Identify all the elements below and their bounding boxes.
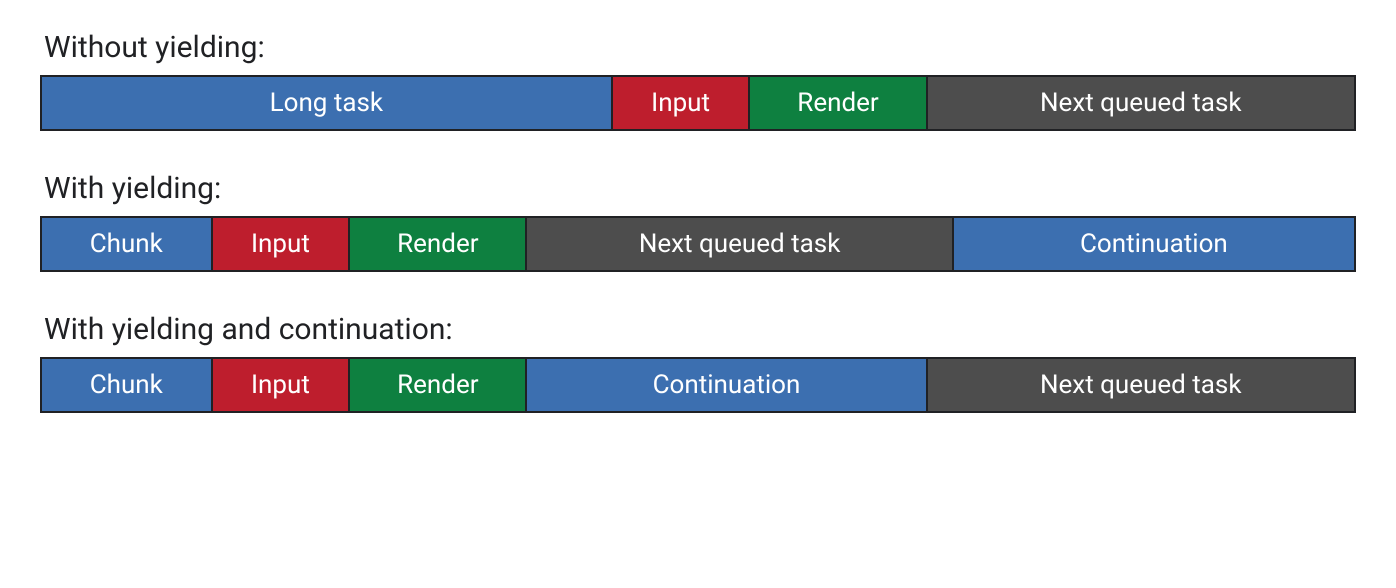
timeline-segment: Input	[613, 77, 751, 129]
timeline-section: Without yielding: Long taskInputRenderNex…	[40, 30, 1356, 131]
timeline-segment: Chunk	[42, 218, 213, 270]
section-title: Without yielding:	[40, 30, 1356, 65]
timeline-segment: Continuation	[527, 359, 927, 411]
timeline-segment: Next queued task	[928, 359, 1354, 411]
timeline-segment: Continuation	[954, 218, 1354, 270]
timeline-segment: Long task	[42, 77, 613, 129]
timeline-bar: ChunkInputRenderNext queued taskContinua…	[40, 216, 1356, 272]
task-scheduling-diagram: Without yielding:Long taskInputRenderNex…	[40, 30, 1356, 413]
timeline-section: With yielding and continuation: ChunkInpu…	[40, 312, 1356, 413]
timeline-segment: Input	[213, 359, 351, 411]
timeline-section: With yielding: ChunkInputRenderNext queue…	[40, 171, 1356, 272]
timeline-segment: Render	[750, 77, 927, 129]
timeline-segment: Next queued task	[928, 77, 1354, 129]
timeline-segment: Chunk	[42, 359, 213, 411]
timeline-bar: Long taskInputRenderNext queued task	[40, 75, 1356, 131]
section-title: With yielding:	[40, 171, 1356, 206]
timeline-segment: Next queued task	[527, 218, 953, 270]
timeline-bar: ChunkInputRenderContinuationNext queued …	[40, 357, 1356, 413]
timeline-segment: Input	[213, 218, 351, 270]
section-title: With yielding and continuation:	[40, 312, 1356, 347]
timeline-segment: Render	[350, 218, 527, 270]
timeline-segment: Render	[350, 359, 527, 411]
